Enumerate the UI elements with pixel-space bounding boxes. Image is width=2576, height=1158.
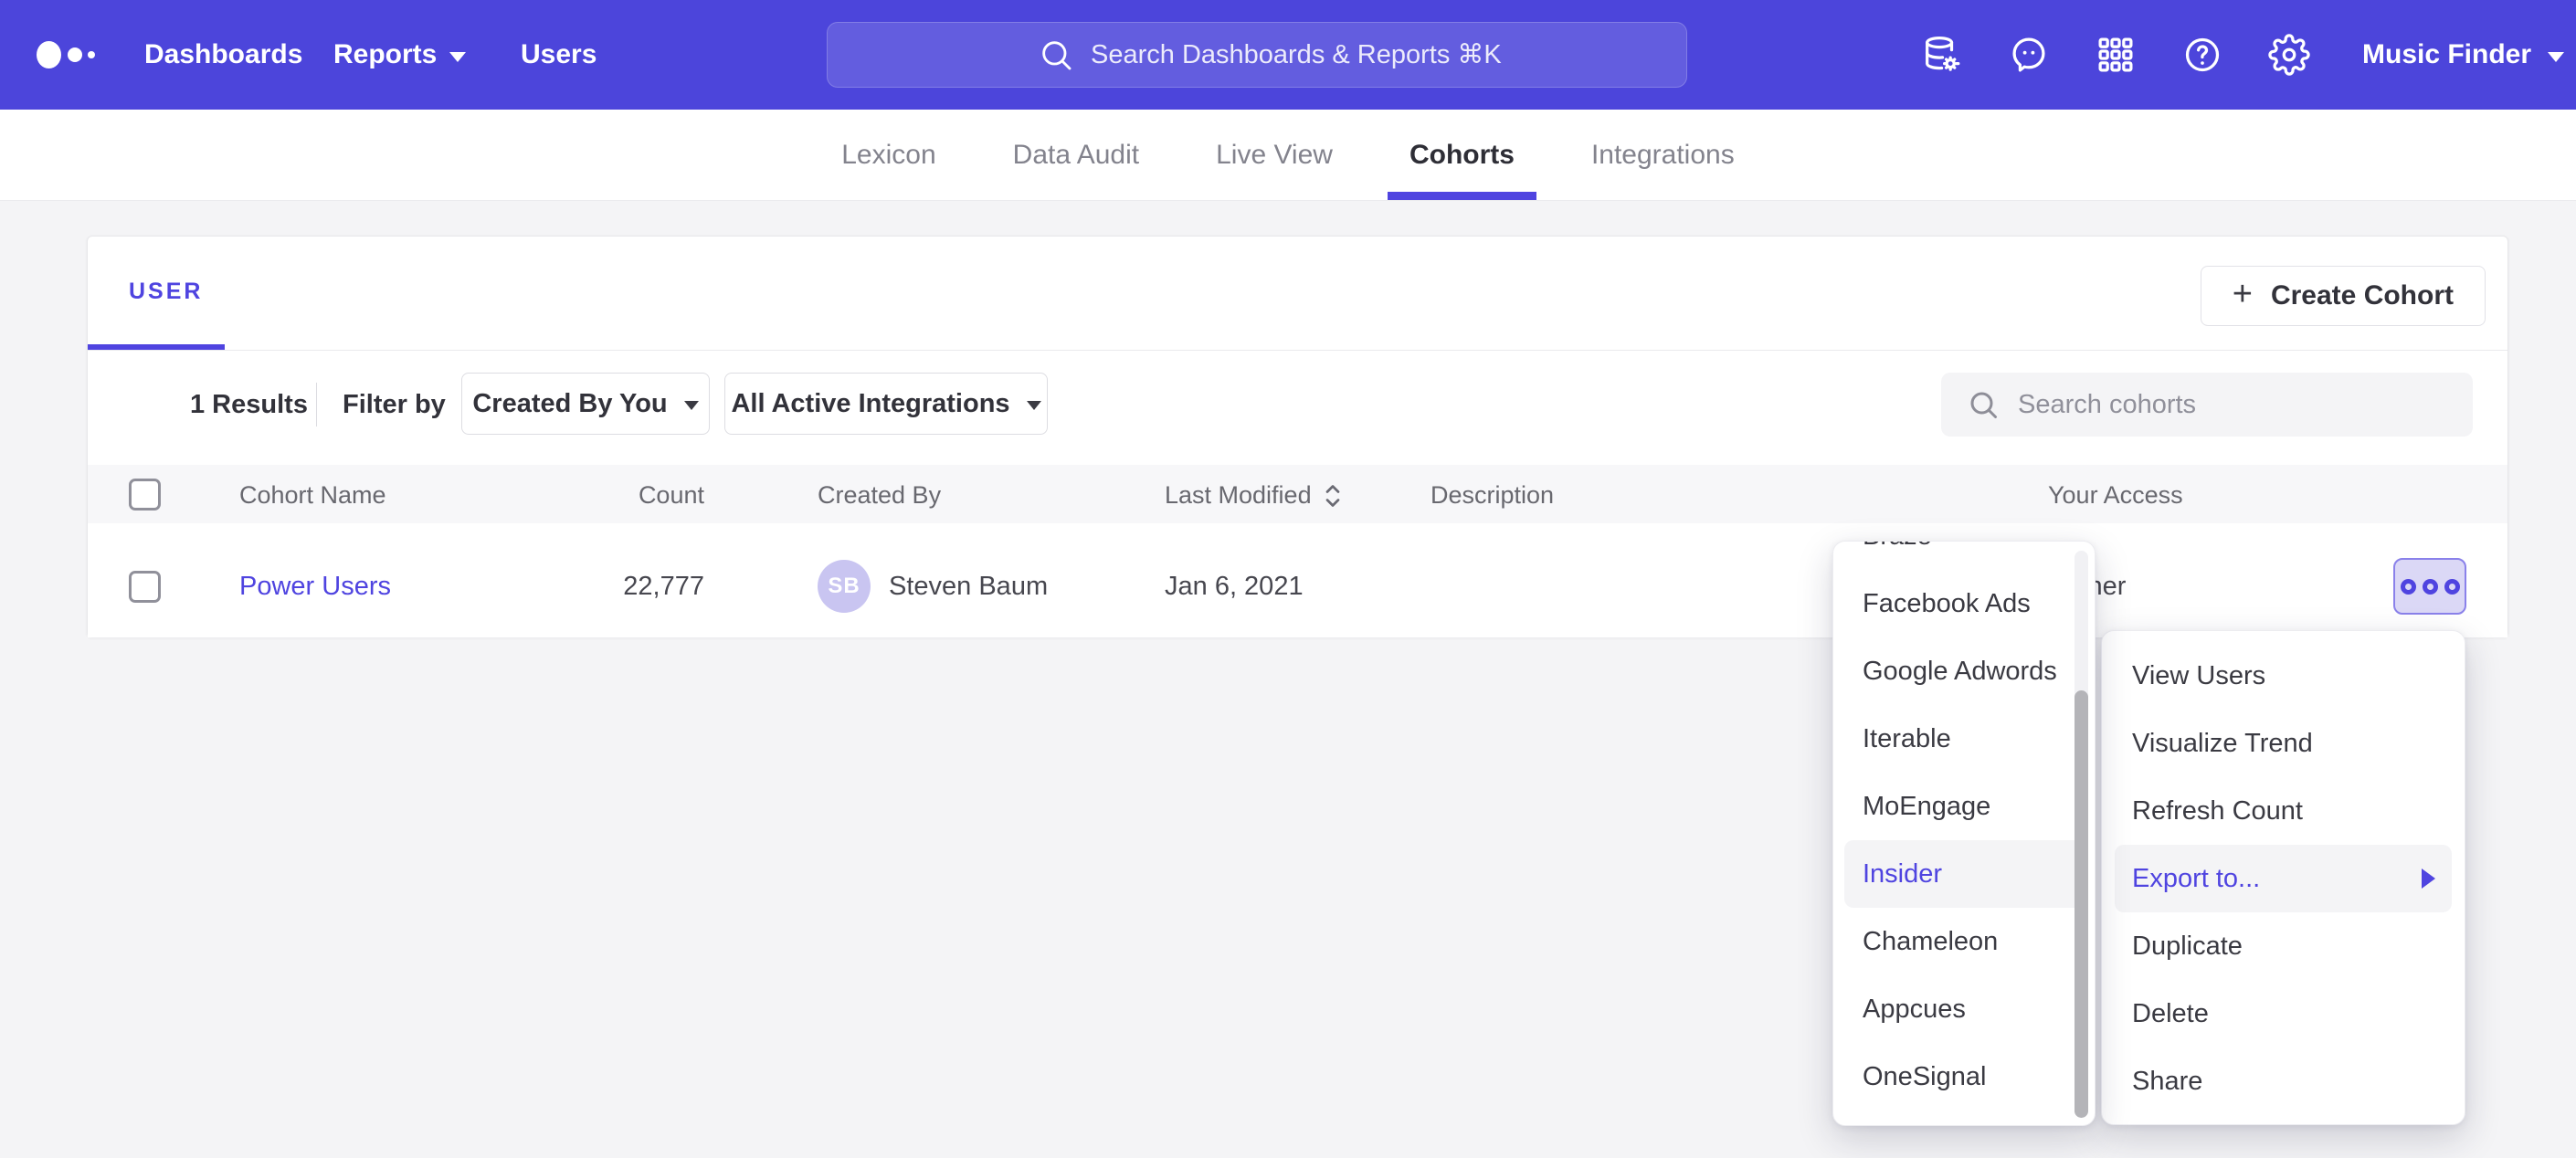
data-governance-icon[interactable] [1920, 34, 1962, 76]
created-by-value: Steven Baum [889, 572, 1048, 602]
menu-item-export-to[interactable]: Export to... [2115, 845, 2452, 912]
menu-item-refresh-count[interactable]: Refresh Count [2115, 777, 2452, 845]
chevron-down-icon [2548, 52, 2564, 62]
mixpanel-logo-icon[interactable] [37, 37, 119, 73]
cohorts-card: USER + Create Cohort 1 Results Filter by… [87, 236, 2508, 637]
nav-users-label: Users [521, 39, 596, 70]
row-actions-button[interactable] [2393, 558, 2466, 615]
chevron-down-icon [1027, 401, 1041, 410]
cohort-search[interactable] [1941, 373, 2473, 437]
chevron-down-icon [684, 401, 699, 410]
nav-reports[interactable]: Reports [333, 0, 466, 110]
dot-icon [2401, 579, 2416, 595]
integrations-filter-dropdown[interactable]: All Active Integrations [724, 373, 1048, 435]
select-all-checkbox[interactable] [129, 479, 161, 511]
menu-item-duplicate[interactable]: Duplicate [2115, 912, 2452, 980]
submenu-item-onesignal[interactable]: OneSignal [1844, 1043, 2084, 1111]
row-actions-menu: View Users Visualize Trend Refresh Count… [2101, 630, 2465, 1125]
tab-integrations[interactable]: Integrations [1553, 110, 1773, 200]
tab-lexicon[interactable]: Lexicon [803, 110, 974, 200]
app-screen: Dashboards Reports Users Music Fi [0, 0, 2576, 1158]
submenu-item-iterable[interactable]: Iterable [1844, 705, 2084, 773]
table-header: Cohort Name Count Created By Last Modifi… [88, 465, 2507, 523]
tab-live-view[interactable]: Live View [1177, 110, 1371, 200]
filter-by-label: Filter by [343, 388, 446, 421]
chevron-down-icon [449, 52, 466, 62]
cohort-name-link[interactable]: Power Users [239, 572, 391, 602]
search-icon [1967, 388, 2000, 421]
top-nav: Dashboards Reports Users Music Fi [0, 0, 2576, 110]
global-search-input[interactable] [1091, 40, 1657, 70]
sub-nav: Lexicon Data Audit Live View Cohorts Int… [0, 110, 2576, 201]
project-name: Music Finder [2362, 39, 2531, 70]
table-row[interactable]: Power Users 22,777 SB Steven Baum Jan 6,… [88, 523, 2507, 637]
menu-item-share[interactable]: Share [2115, 1047, 2452, 1115]
create-cohort-button[interactable]: + Create Cohort [2201, 266, 2486, 326]
tab-data-audit[interactable]: Data Audit [975, 110, 1177, 200]
submenu-arrow-icon [2422, 868, 2435, 889]
nav-users[interactable]: Users [521, 0, 596, 110]
avatar: SB [818, 560, 871, 613]
export-submenu-list: Braze Facebook Ads Google Adwords Iterab… [1833, 541, 2095, 1111]
create-cohort-label: Create Cohort [2271, 280, 2454, 311]
nav-dashboards-label: Dashboards [144, 39, 302, 70]
sort-icon [1323, 482, 1343, 510]
divider [88, 350, 2507, 351]
column-cohort-name[interactable]: Cohort Name [239, 481, 386, 510]
plus-icon: + [2233, 277, 2253, 311]
results-count: 1 Results [190, 388, 308, 421]
cohort-search-input[interactable] [2018, 390, 2438, 420]
submenu-item-braze[interactable]: Braze [1844, 541, 2084, 570]
submenu-item-chameleon[interactable]: Chameleon [1844, 908, 2084, 975]
submenu-scrollbar-thumb[interactable] [2075, 690, 2088, 1118]
dot-icon [2423, 579, 2438, 595]
tab-cohorts[interactable]: Cohorts [1371, 110, 1553, 200]
menu-item-visualize-trend[interactable]: Visualize Trend [2115, 710, 2452, 777]
nav-reports-label: Reports [333, 39, 437, 70]
export-submenu: Braze Facebook Ads Google Adwords Iterab… [1832, 541, 2096, 1126]
column-your-access[interactable]: Your Access [2048, 481, 2183, 510]
row-checkbox[interactable] [129, 571, 161, 603]
cohort-count: 22,777 [549, 572, 704, 602]
submenu-item-google-adwords[interactable]: Google Adwords [1844, 637, 2084, 705]
help-icon[interactable] [2181, 34, 2223, 76]
column-last-modified[interactable]: Last Modified [1165, 481, 1343, 510]
menu-item-view-users[interactable]: View Users [2115, 642, 2452, 710]
submenu-item-moengage[interactable]: MoEngage [1844, 773, 2084, 840]
submenu-item-facebook-ads[interactable]: Facebook Ads [1844, 570, 2084, 637]
search-icon [1038, 37, 1074, 73]
nav-dashboards[interactable]: Dashboards [144, 0, 302, 110]
menu-item-delete[interactable]: Delete [2115, 980, 2452, 1047]
created-by-filter-dropdown[interactable]: Created By You [461, 373, 710, 435]
project-switcher[interactable]: Music Finder [2362, 0, 2564, 110]
column-created-by[interactable]: Created By [818, 481, 941, 510]
column-description[interactable]: Description [1431, 481, 1554, 510]
settings-icon[interactable] [2268, 34, 2310, 76]
apps-grid-icon[interactable] [2095, 34, 2137, 76]
dot-icon [2444, 579, 2460, 595]
cohort-type-tab-user[interactable]: USER [129, 279, 203, 305]
feedback-icon[interactable] [2008, 34, 2050, 76]
column-count[interactable]: Count [549, 481, 704, 510]
divider [316, 383, 317, 426]
submenu-item-appcues[interactable]: Appcues [1844, 975, 2084, 1043]
submenu-item-insider[interactable]: Insider [1844, 840, 2084, 908]
last-modified-value: Jan 6, 2021 [1165, 572, 1304, 602]
global-search[interactable] [827, 22, 1687, 88]
